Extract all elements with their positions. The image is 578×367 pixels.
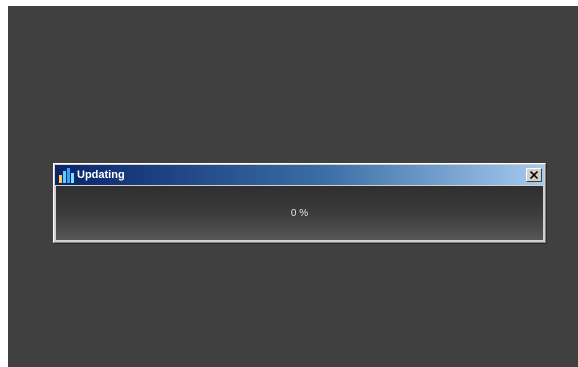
dialog-titlebar[interactable]: Updating (55, 165, 544, 185)
updating-dialog: Updating 0 % (53, 163, 546, 243)
bar-chart-icon (59, 168, 75, 183)
progress-percent: 0 % (290, 208, 309, 219)
dialog-title: Updating (77, 169, 125, 181)
close-icon (530, 171, 538, 179)
dialog-content: 0 % (56, 186, 543, 240)
close-button[interactable] (526, 168, 542, 182)
